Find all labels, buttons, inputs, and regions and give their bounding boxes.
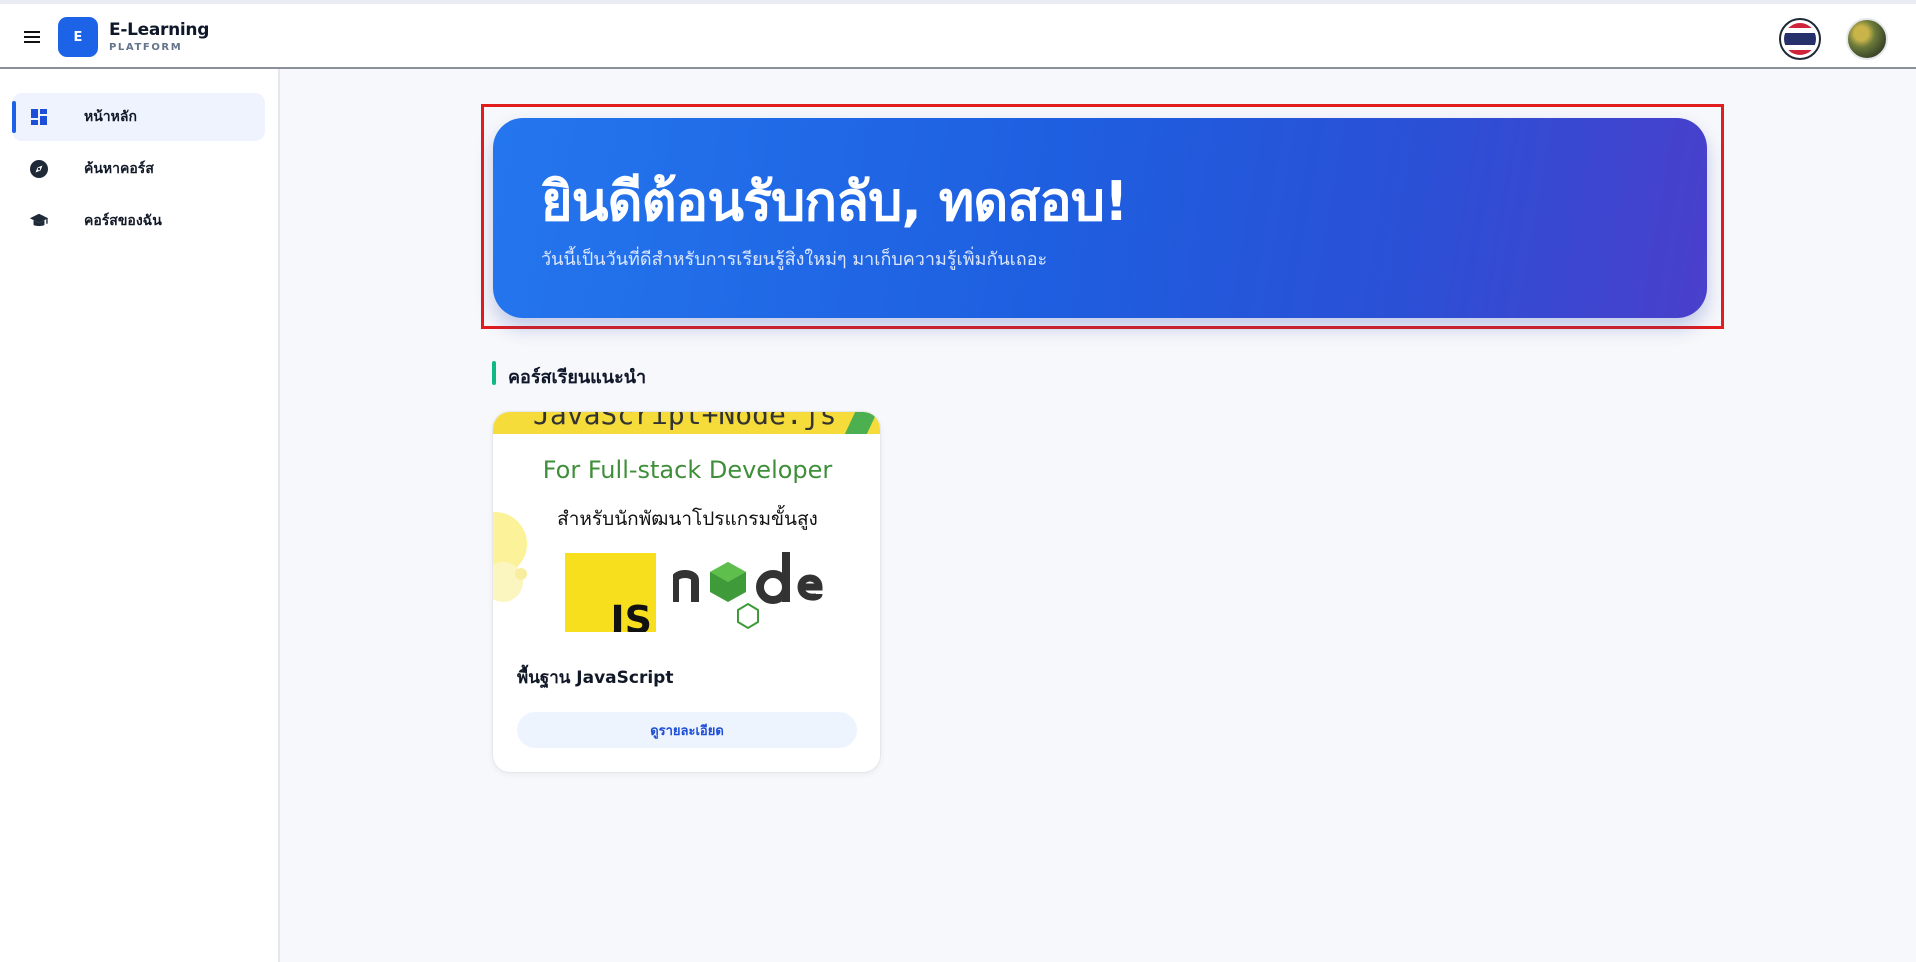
js-logo-text: JS: [610, 598, 652, 632]
banner-title: ยินดีต้อนรับกลับ, ทดสอบ!: [541, 170, 1129, 233]
graduation-cap-icon: [29, 211, 49, 231]
sidebar-item-label: หน้าหลัก: [84, 109, 137, 125]
thumbnail-code-text: JavaScript+Node.js: [533, 412, 837, 431]
sidebar-item-my-courses[interactable]: คอร์สของฉัน: [12, 197, 265, 245]
hamburger-menu-button[interactable]: [17, 22, 47, 52]
dashboard-icon: [29, 107, 49, 127]
course-title: พื้นฐาน JavaScript: [517, 668, 674, 688]
top-bar: E E-Learning PLATFORM: [0, 0, 1916, 69]
compass-icon: [29, 159, 49, 179]
nodejs-logo-icon: [673, 552, 823, 630]
sidebar-item-label: ค้นหาคอร์ส: [84, 161, 154, 177]
logo-letter: E: [73, 29, 83, 45]
brand-subtitle: PLATFORM: [109, 42, 183, 53]
section-accent-bar: [492, 361, 496, 385]
thumbnail-subtitle: สำหรับนักพัฒนาโปรแกรมขั้นสูง: [557, 508, 818, 530]
banner-subtitle: วันนี้เป็นวันที่ดีสำหรับการเรียนรู้สิ่งใ…: [541, 249, 1048, 270]
sidebar-item-home[interactable]: หน้าหลัก: [12, 93, 265, 141]
javascript-logo-icon: JS: [565, 553, 656, 632]
view-details-button[interactable]: ดูรายละเอียด: [517, 712, 857, 748]
thailand-flag-icon: [1784, 23, 1816, 55]
sidebar: หน้าหลัก ค้นหาคอร์ส คอร์สของฉัน: [0, 69, 280, 962]
course-card[interactable]: JavaScript+Node.js For Full-stack Develo…: [492, 411, 881, 773]
menu-icon: [24, 31, 40, 43]
welcome-banner: ยินดีต้อนรับกลับ, ทดสอบ! วันนี้เป็นวันที…: [493, 118, 1707, 318]
user-avatar[interactable]: [1846, 18, 1888, 60]
brand-title: E-Learning: [109, 20, 210, 40]
course-thumbnail: JavaScript+Node.js For Full-stack Develo…: [493, 412, 880, 632]
section-title: คอร์สเรียนแนะนำ: [508, 367, 647, 388]
sidebar-item-label: คอร์สของฉัน: [84, 213, 162, 229]
language-switcher-button[interactable]: [1779, 18, 1821, 60]
decorative-blob: [515, 568, 527, 580]
thumbnail-tagline: For Full-stack Developer: [542, 456, 833, 484]
logo[interactable]: E: [58, 17, 98, 57]
sidebar-item-search-courses[interactable]: ค้นหาคอร์ส: [12, 145, 265, 193]
